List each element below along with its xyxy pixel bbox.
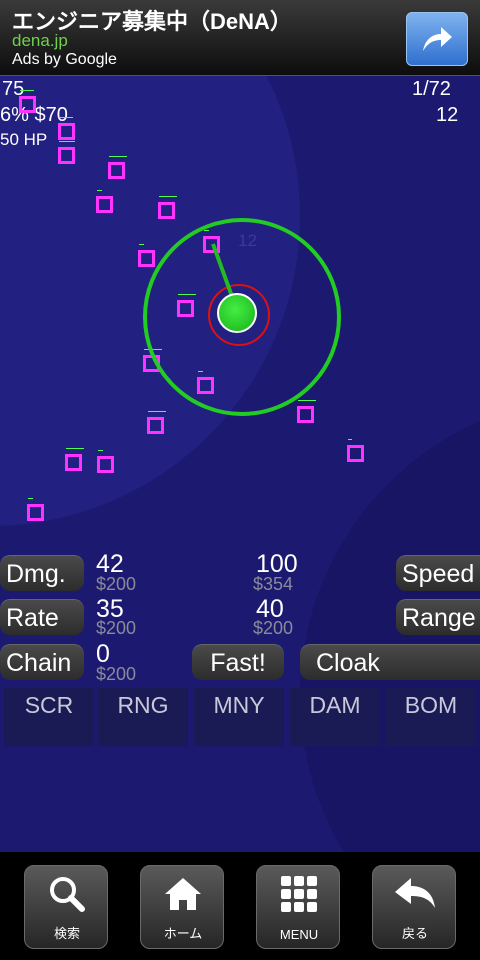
back-arrow-icon <box>373 872 457 921</box>
menu-grid-icon <box>257 872 341 921</box>
search-label: 検索 <box>53 926 80 941</box>
rate-cost: $200 <box>96 618 137 638</box>
chain-cost: $200 <box>96 664 137 684</box>
tab-bom[interactable]: BOM <box>386 688 476 746</box>
range-cost: $200 <box>253 618 294 638</box>
home-icon <box>141 872 225 921</box>
ad-url[interactable]: dena.jp <box>12 31 68 51</box>
cloak-button[interactable]: Cloak <box>300 644 480 680</box>
menu-label: MENU <box>279 927 319 942</box>
chain-upgrade-button[interactable]: Chain <box>0 644 84 680</box>
speed-upgrade-button[interactable]: Speed <box>396 555 480 591</box>
tower[interactable] <box>217 293 257 333</box>
tab-scr[interactable]: SCR <box>4 688 94 746</box>
damage-upgrade-button[interactable]: Dmg. <box>0 555 84 591</box>
tower-label: 12 <box>238 231 257 250</box>
game-board[interactable]: 75 6% $70 50 HP 1/72 12 12 Dmg. 42 $200 … <box>0 76 480 852</box>
ads-by-google: Ads by Google <box>12 51 117 68</box>
tab-rng[interactable]: RNG <box>98 688 188 746</box>
search-button[interactable]: 検索 <box>24 865 108 949</box>
tab-mny[interactable]: MNY <box>194 688 284 746</box>
damage-value: 42 <box>96 550 124 578</box>
share-arrow-icon <box>423 27 452 51</box>
tab-dam[interactable]: DAM <box>290 688 380 746</box>
speed-value: 100 <box>256 550 298 578</box>
menu-button[interactable]: MENU <box>256 865 340 949</box>
back-button[interactable]: 戻る <box>372 865 456 949</box>
fast-button[interactable]: Fast! <box>192 644 284 680</box>
ad-banner[interactable]: エンジニア募集中（DeNA） dena.jp Ads by Google <box>0 0 480 76</box>
damage-cost: $200 <box>96 574 137 594</box>
search-icon <box>25 872 109 921</box>
home-label: ホーム <box>163 926 203 941</box>
range-upgrade-button[interactable]: Range <box>396 599 480 635</box>
share-button[interactable] <box>406 12 468 66</box>
bottom-nav-bar: 検索 ホーム MENU 戻る <box>0 852 480 960</box>
back-label: 戻る <box>401 926 428 941</box>
chain-value: 0 <box>96 640 110 668</box>
home-button[interactable]: ホーム <box>140 865 224 949</box>
rate-upgrade-button[interactable]: Rate <box>0 599 84 635</box>
speed-cost: $354 <box>253 574 294 594</box>
